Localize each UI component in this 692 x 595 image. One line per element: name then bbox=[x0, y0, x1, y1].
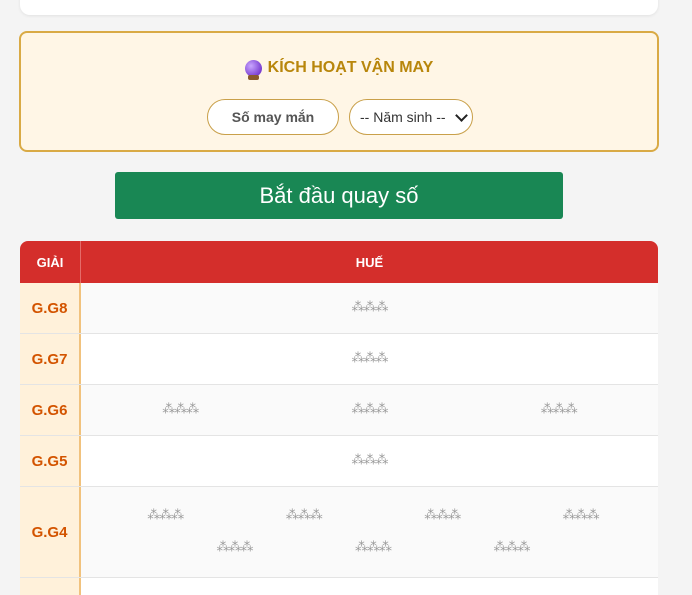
table-row: G.G7 ⁂⁂⁂ bbox=[20, 334, 658, 385]
table-row: G.G4 ⁂⁂⁂ ⁂⁂⁂ ⁂⁂⁂ ⁂⁂⁂ ⁂⁂⁂ ⁂⁂⁂ ⁂⁂⁂ bbox=[20, 487, 658, 578]
lucky-title: KÍCH HOẠT VẬN MAY bbox=[21, 59, 657, 80]
results-header: GIẢI HUẾ bbox=[20, 241, 658, 283]
lucky-activation-panel: KÍCH HOẠT VẬN MAY -- Năm sinh -- bbox=[19, 31, 659, 152]
loading-spinner-icon: ⁂⁂⁂ bbox=[216, 540, 253, 556]
prize-label: G.G7 bbox=[20, 334, 81, 384]
loading-spinner-icon: ⁂⁂⁂ bbox=[162, 402, 199, 417]
prize-label: G.G8 bbox=[20, 283, 81, 333]
loading-spinner-icon: ⁂⁂⁂ bbox=[562, 507, 600, 523]
province-column-header: HUẾ bbox=[355, 254, 384, 270]
loading-spinner-icon: ⁂⁂⁂ bbox=[285, 507, 323, 523]
chevron-down-icon bbox=[455, 108, 468, 122]
prize-values: ⁂⁂⁂ bbox=[81, 283, 658, 333]
loading-spinner-icon: ⁂⁂⁂ bbox=[493, 540, 530, 556]
loading-spinner-icon: ⁂⁂⁂ bbox=[351, 453, 389, 468]
lucky-title-text: KÍCH HOẠT VẬN MAY bbox=[267, 59, 434, 76]
loading-spinner-icon: ⁂⁂⁂ bbox=[351, 300, 389, 315]
start-spin-button[interactable]: Bắt đầu quay số bbox=[115, 172, 563, 219]
loading-spinner-icon: ⁂⁂⁂ bbox=[351, 402, 389, 417]
birth-year-select[interactable]: -- Năm sinh -- bbox=[349, 99, 473, 135]
loading-spinner-icon: ⁂⁂⁂ bbox=[424, 507, 461, 523]
loading-spinner-icon: ⁂⁂⁂ bbox=[540, 402, 578, 417]
birth-year-value: -- Năm sinh -- bbox=[360, 109, 446, 125]
previous-card bbox=[20, 0, 658, 15]
results-table: GIẢI HUẾ G.G8 ⁂⁂⁂ G.G7 ⁂⁂⁂ G.G6 ⁂⁂⁂ ⁂⁂⁂ … bbox=[20, 241, 658, 595]
prize-label: G.G6 bbox=[20, 385, 81, 435]
table-row: G.G6 ⁂⁂⁂ ⁂⁂⁂ ⁂⁂⁂ bbox=[20, 385, 658, 436]
table-row: G.G5 ⁂⁂⁂ bbox=[20, 436, 658, 487]
crystal-ball-icon bbox=[244, 59, 262, 80]
prize-values: ⁂⁂⁂ ⁂⁂⁂ ⁂⁂⁂ bbox=[81, 385, 658, 435]
table-row: G.G8 ⁂⁂⁂ bbox=[20, 283, 658, 334]
loading-spinner-icon: ⁂⁂⁂ bbox=[147, 507, 184, 523]
prize-values bbox=[81, 578, 658, 595]
prize-values: ⁂⁂⁂ bbox=[81, 334, 658, 384]
prize-column-header: GIẢI bbox=[20, 241, 81, 283]
prize-values: ⁂⁂⁂ bbox=[81, 436, 658, 486]
loading-spinner-icon: ⁂⁂⁂ bbox=[354, 540, 392, 556]
loading-spinner-icon: ⁂⁂⁂ bbox=[351, 351, 389, 366]
prize-label bbox=[20, 578, 81, 595]
prize-label: G.G5 bbox=[20, 436, 81, 486]
lucky-number-input[interactable] bbox=[207, 99, 339, 135]
prize-values: ⁂⁂⁂ ⁂⁂⁂ ⁂⁂⁂ ⁂⁂⁂ ⁂⁂⁂ ⁂⁂⁂ ⁂⁂⁂ bbox=[81, 487, 658, 577]
table-row bbox=[20, 578, 658, 595]
prize-label: G.G4 bbox=[20, 487, 81, 577]
